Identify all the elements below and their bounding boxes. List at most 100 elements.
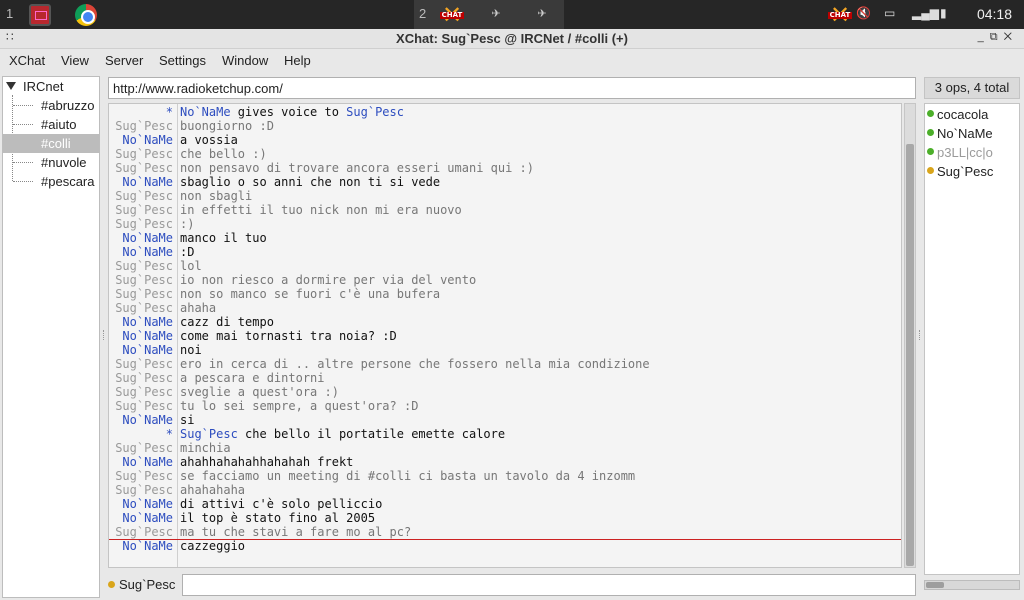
close-icon[interactable]: ✕ <box>1004 31 1018 43</box>
chat-nick[interactable]: No`NaMe <box>109 133 173 147</box>
expander-icon[interactable] <box>6 82 16 90</box>
clipboard-icon[interactable]: ▮ <box>940 6 947 20</box>
chat-message: :D <box>180 245 195 259</box>
action-nick[interactable]: Sug`Pesc <box>180 427 238 441</box>
terminal-icon[interactable] <box>29 4 51 26</box>
user-count-label: 3 ops, 4 total <box>924 77 1020 99</box>
chat-nick[interactable]: No`NaMe <box>109 315 173 329</box>
user-name: cocacola <box>937 107 989 122</box>
pane-resize-handle[interactable] <box>919 330 923 340</box>
workspace-1-button[interactable]: 1 <box>6 6 13 21</box>
window-thumb-icon[interactable]: ✈ <box>486 7 506 21</box>
chat-line: No`NaMe di attivi c'è solo pelliccio <box>109 497 901 511</box>
chat-scrollbar-thumb[interactable] <box>906 144 914 566</box>
user-list-item[interactable]: Sug`Pesc <box>927 162 1019 181</box>
chat-nick[interactable]: * <box>109 427 173 441</box>
menu-window[interactable]: Window <box>222 53 268 68</box>
chat-nick[interactable]: * <box>109 105 173 119</box>
chat-nick[interactable]: Sug`Pesc <box>109 259 173 273</box>
chat-nick[interactable]: No`NaMe <box>109 245 173 259</box>
menu-xchat[interactable]: XChat <box>9 53 45 68</box>
chat-nick[interactable]: Sug`Pesc <box>109 119 173 133</box>
user-list[interactable]: cocacola No`NaMe p3LL|cc|o Sug`Pesc <box>924 103 1020 575</box>
chat-nick[interactable]: Sug`Pesc <box>109 441 173 455</box>
tree-channel-colli[interactable]: #colli <box>3 134 99 153</box>
xchat-taskbar-icon[interactable]: ✕CHAT <box>440 3 464 27</box>
xchat-tray-icon[interactable]: ✕CHAT <box>828 3 852 27</box>
tree-channel-nuvole[interactable]: #nuvole <box>3 153 99 172</box>
window-titlebar[interactable]: ∷ XChat: Sug`Pesc @ IRCNet / #colli (+) … <box>0 29 1024 49</box>
signal-icon[interactable]: ▂▄▆ <box>912 6 939 20</box>
user-name: No`NaMe <box>937 126 993 141</box>
menu-server[interactable]: Server <box>105 53 143 68</box>
chat-nick[interactable]: Sug`Pesc <box>109 203 173 217</box>
chat-nick[interactable]: Sug`Pesc <box>109 385 173 399</box>
window-thumb-icon[interactable]: ✈ <box>532 7 552 21</box>
user-list-scrollbar[interactable] <box>924 580 1020 590</box>
window-controls: _⧉✕ <box>978 31 1018 44</box>
chat-message: non so manco se fuori c'è una bufera <box>180 287 441 301</box>
user-list-item[interactable]: No`NaMe <box>927 124 1019 143</box>
user-status-icon <box>927 167 934 174</box>
chat-message: buongiorno :D <box>180 119 274 133</box>
chat-nick[interactable]: No`NaMe <box>109 413 173 427</box>
chat-nick[interactable]: No`NaMe <box>109 539 173 553</box>
chat-line: Sug`Pesc tu lo sei sempre, a quest'ora? :… <box>109 399 901 413</box>
nick-button[interactable]: Sug`Pesc <box>107 577 175 592</box>
user-list-item[interactable]: p3LL|cc|o <box>927 143 1019 162</box>
tree-network-ircnet[interactable]: IRCnet <box>3 77 99 96</box>
battery-charging-icon[interactable]: ▭ <box>884 6 895 20</box>
chrome-icon[interactable] <box>75 4 97 26</box>
chat-nick[interactable]: No`NaMe <box>109 497 173 511</box>
volume-muted-icon[interactable]: 🔇 <box>856 6 871 20</box>
chat-line: No`NaMe come mai tornasti tra noia? :D <box>109 329 901 343</box>
chat-nick[interactable]: No`NaMe <box>109 455 173 469</box>
chat-nick[interactable]: Sug`Pesc <box>109 357 173 371</box>
chat-text-area[interactable]: * No`NaMe gives voice to Sug`Pesc Sug`Pesc… <box>108 103 902 568</box>
workspace-2-button[interactable]: 2 <box>419 6 426 21</box>
action-target-nick[interactable]: Sug`Pesc <box>346 105 404 119</box>
chat-message: io non riesco a dormire per via del vent… <box>180 273 477 287</box>
chat-nick[interactable]: Sug`Pesc <box>109 301 173 315</box>
chat-nick[interactable]: Sug`Pesc <box>109 161 173 175</box>
user-list-scrollbar-thumb[interactable] <box>926 582 944 588</box>
chat-line: No`NaMe :D <box>109 245 901 259</box>
menubar: XChat View Server Settings Window Help <box>0 50 1024 72</box>
chat-nick[interactable]: Sug`Pesc <box>109 371 173 385</box>
chat-nick[interactable]: Sug`Pesc <box>109 287 173 301</box>
chat-line: * No`NaMe gives voice to Sug`Pesc <box>109 105 901 119</box>
chat-message: sveglie a quest'ora :) <box>180 385 339 399</box>
window-title: XChat: Sug`Pesc @ IRCNet / #colli (+) <box>396 31 628 46</box>
menu-view[interactable]: View <box>61 53 89 68</box>
chat-nick[interactable]: No`NaMe <box>109 231 173 245</box>
tree-channel-abruzzo[interactable]: #abruzzo <box>3 96 99 115</box>
clock[interactable]: 04:18 <box>977 6 1012 22</box>
chat-nick[interactable]: No`NaMe <box>109 175 173 189</box>
chat-nick[interactable]: Sug`Pesc <box>109 469 173 483</box>
message-input[interactable] <box>182 574 916 596</box>
restore-icon[interactable]: ⧉ <box>990 31 1004 43</box>
user-list-item[interactable]: cocacola <box>927 105 1019 124</box>
chat-line: No`NaMe sbaglio o so anni che non ti si v… <box>109 175 901 189</box>
chat-nick[interactable]: Sug`Pesc <box>109 217 173 231</box>
tree-channel-pescara[interactable]: #pescara <box>3 172 99 191</box>
chat-nick[interactable]: Sug`Pesc <box>109 189 173 203</box>
menu-help[interactable]: Help <box>284 53 311 68</box>
chat-nick[interactable]: Sug`Pesc <box>109 399 173 413</box>
tree-channel-aiuto[interactable]: #aiuto <box>3 115 99 134</box>
action-nick[interactable]: No`NaMe <box>180 105 231 119</box>
chat-nick[interactable]: No`NaMe <box>109 329 173 343</box>
chat-nick[interactable]: Sug`Pesc <box>109 525 173 539</box>
chat-message: il top è stato fino al 2005 <box>180 511 376 525</box>
pane-resize-handle[interactable] <box>103 330 107 340</box>
menu-settings[interactable]: Settings <box>159 53 206 68</box>
chat-nick[interactable]: Sug`Pesc <box>109 483 173 497</box>
minimize-icon[interactable]: _ <box>978 31 990 43</box>
chat-nick[interactable]: Sug`Pesc <box>109 273 173 287</box>
chat-nick[interactable]: No`NaMe <box>109 511 173 525</box>
chat-nick[interactable]: No`NaMe <box>109 343 173 357</box>
chat-scrollbar[interactable] <box>904 103 916 568</box>
chat-nick[interactable]: Sug`Pesc <box>109 147 173 161</box>
topic-field[interactable]: http://www.radioketchup.com/ <box>108 77 916 99</box>
chat-line: No`NaMe cazz di tempo <box>109 315 901 329</box>
